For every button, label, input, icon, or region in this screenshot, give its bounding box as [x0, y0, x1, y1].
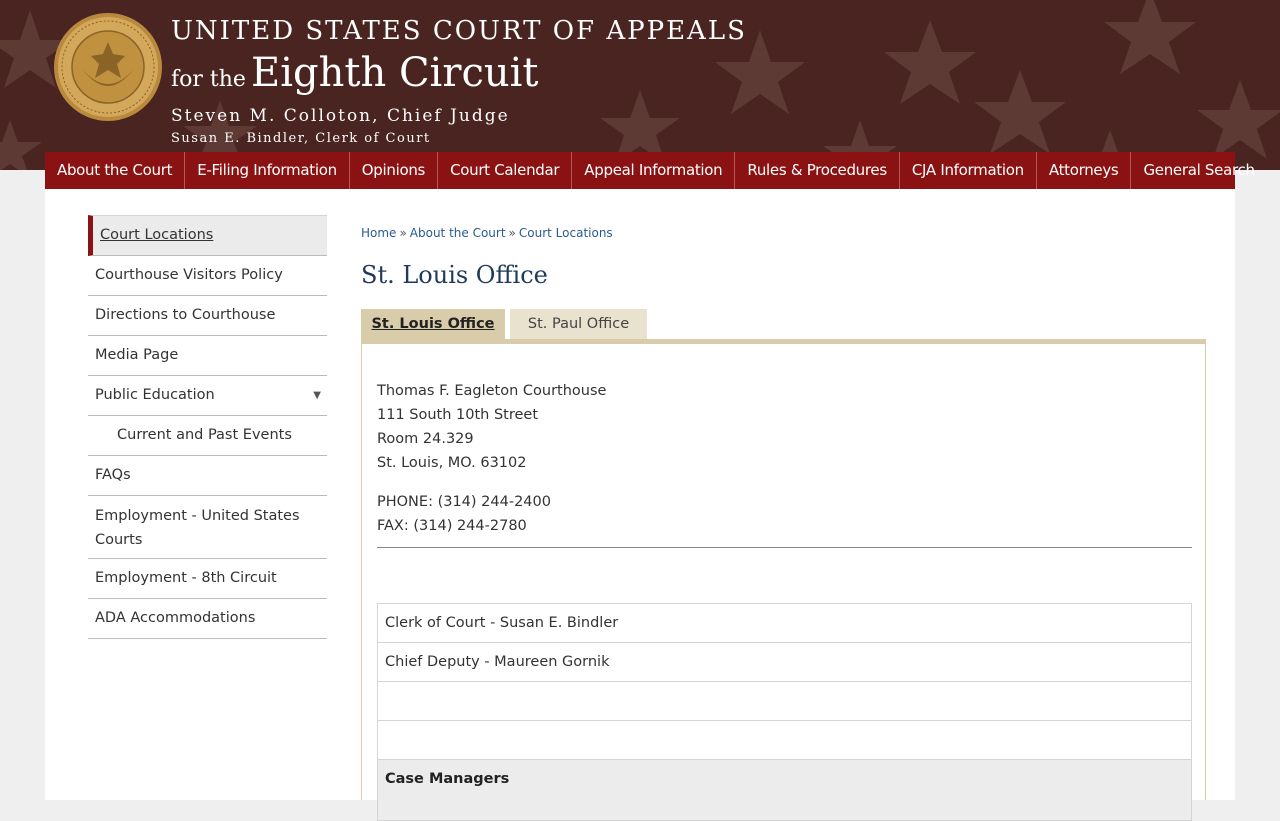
address-line: 111 South 10th Street [377, 407, 539, 423]
table-row: Chief Deputy - Maureen Gornik [377, 643, 1192, 682]
office-contact: PHONE: (314) 244-2400 FAX: (314) 244-278… [377, 490, 551, 538]
nav-item-attorneys[interactable]: Attorneys [1037, 152, 1132, 189]
sidebar-item-directions[interactable]: Directions to Courthouse [88, 296, 327, 336]
sidebar-item-media[interactable]: Media Page [88, 336, 327, 376]
tab-st-louis[interactable]: St. Louis Office [361, 309, 505, 340]
circuit-title-main: Eighth Circuit [251, 50, 539, 96]
nav-item-opinions[interactable]: Opinions [350, 152, 439, 189]
main-panel: Court Locations Courthouse Visitors Poli… [45, 189, 1235, 821]
address-line: Thomas F. Eagleton Courthouse [377, 383, 607, 399]
tab-st-paul[interactable]: St. Paul Office [510, 309, 647, 340]
nav-item-about[interactable]: About the Court [45, 152, 186, 189]
fax-number: FAX: (314) 244-2780 [377, 518, 527, 534]
site-header: UNITED STATES COURT OF APPEALS for the E… [0, 0, 1280, 170]
table-row [377, 682, 1192, 721]
circuit-title-prefix: for the [171, 67, 246, 92]
sidebar-item-faqs[interactable]: FAQs [88, 456, 327, 496]
sidebar-item-court-locations[interactable]: Court Locations [88, 215, 327, 256]
main-nav: About the Court E-Filing Information Opi… [45, 152, 1255, 189]
sidebar-item-label: Public Education [95, 387, 215, 403]
nav-item-calendar[interactable]: Court Calendar [438, 152, 573, 189]
breadcrumb: Home» About the Court» Court Locations [361, 226, 613, 240]
nav-item-appeal[interactable]: Appeal Information [572, 152, 736, 189]
page-title: St. Louis Office [361, 261, 548, 289]
sidebar-item-public-education[interactable]: Public Education ▼ [88, 376, 327, 416]
nav-item-cja[interactable]: CJA Information [900, 152, 1037, 189]
nav-item-rules[interactable]: Rules & Procedures [735, 152, 900, 189]
case-managers-heading: Case Managers [377, 760, 1192, 821]
address-line: St. Louis, MO. 63102 [377, 455, 527, 471]
table-row [377, 721, 1192, 760]
breadcrumb-court-locations[interactable]: Court Locations [519, 226, 613, 240]
phone-number: PHONE: (314) 244-2400 [377, 494, 551, 510]
staff-table: Clerk of Court - Susan E. Bindler Chief … [377, 603, 1192, 821]
breadcrumb-separator: » [508, 226, 516, 240]
breadcrumb-separator: » [399, 226, 407, 240]
court-seal-icon [54, 13, 162, 121]
table-row: Clerk of Court - Susan E. Bindler [377, 604, 1192, 643]
sidebar-item-employment-us[interactable]: Employment - United States Courts [88, 496, 327, 559]
sidebar-item-employment-8th[interactable]: Employment - 8th Circuit [88, 559, 327, 599]
clerk-of-court: Susan E. Bindler, Clerk of Court [171, 131, 431, 146]
sidebar-item-visitors-policy[interactable]: Courthouse Visitors Policy [88, 256, 327, 296]
tab-content: Thomas F. Eagleton Courthouse 111 South … [361, 339, 1206, 821]
address-line: Room 24.329 [377, 431, 474, 447]
circuit-title: for the Eighth Circuit [171, 50, 539, 96]
sidebar-item-ada[interactable]: ADA Accommodations [88, 599, 327, 639]
court-title: UNITED STATES COURT OF APPEALS [171, 16, 747, 46]
breadcrumb-about[interactable]: About the Court [410, 226, 506, 240]
caret-down-icon[interactable]: ▼ [313, 376, 321, 415]
nav-item-efiling[interactable]: E-Filing Information [185, 152, 350, 189]
breadcrumb-home[interactable]: Home [361, 226, 396, 240]
sidebar-item-events[interactable]: Current and Past Events [88, 416, 327, 456]
chief-judge: Steven M. Colloton, Chief Judge [171, 106, 510, 126]
sidebar: Court Locations Courthouse Visitors Poli… [88, 215, 327, 639]
divider [377, 547, 1192, 548]
office-address: Thomas F. Eagleton Courthouse 111 South … [377, 379, 606, 475]
nav-item-search[interactable]: General Search [1131, 152, 1266, 189]
